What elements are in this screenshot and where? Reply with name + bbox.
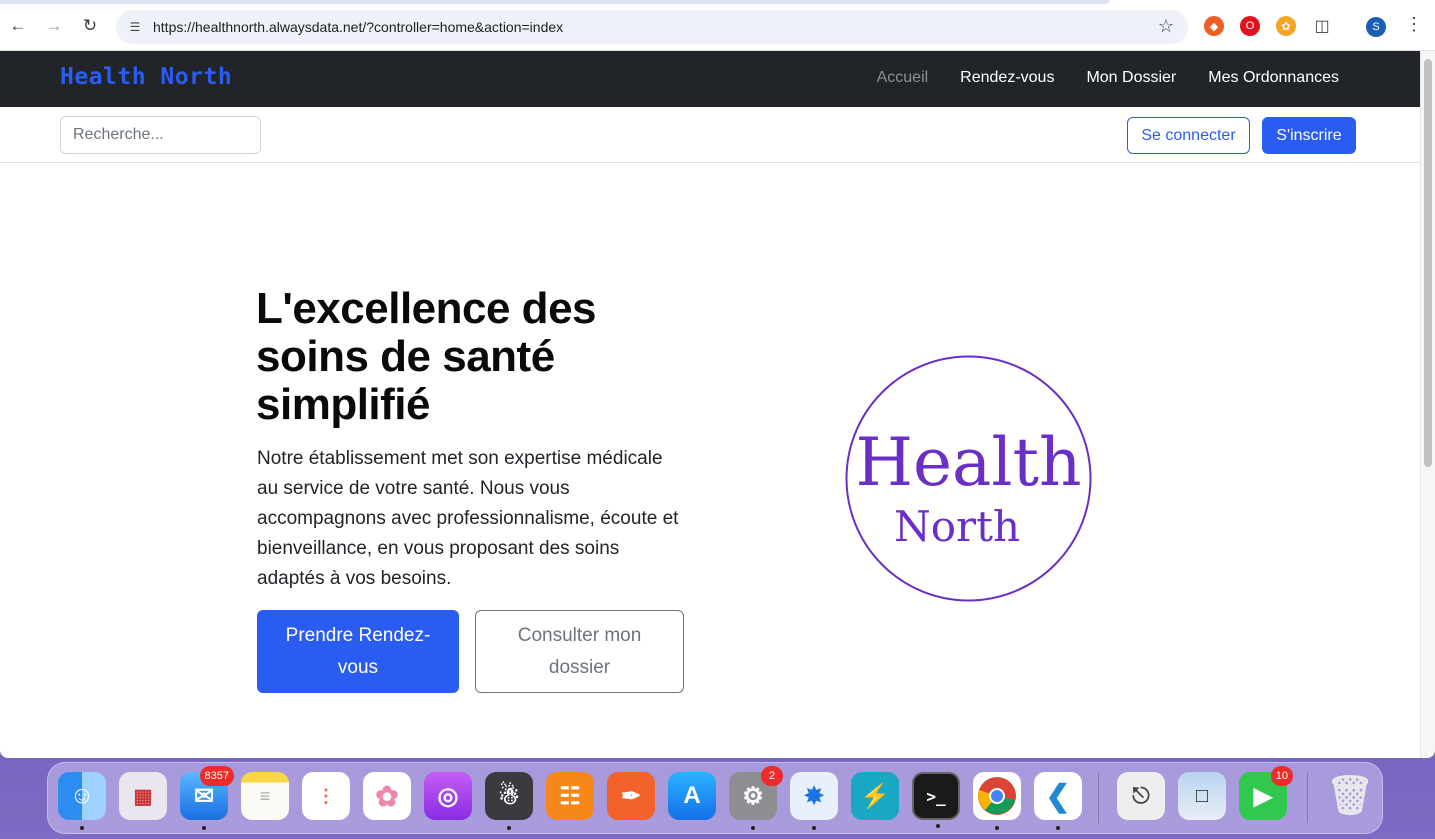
extension-opera-icon[interactable]: O	[1240, 16, 1260, 36]
login-button[interactable]: Se connecter	[1127, 117, 1250, 154]
mail-badge: 8357	[199, 766, 234, 786]
chrome-logo	[978, 777, 1016, 815]
site-navbar: Health North Accueil Rendez-vous Mon Dos…	[0, 51, 1420, 107]
view-record-button[interactable]: Consulter mon dossier	[475, 610, 684, 693]
extensions-puzzle-icon[interactable]: ◫	[1312, 16, 1332, 36]
url-text[interactable]: https://healthnorth.alwaysdata.net/?cont…	[153, 19, 563, 35]
safari-icon[interactable]: ✸	[790, 772, 838, 830]
books-icon[interactable]: ☷	[546, 772, 594, 820]
profile-avatar[interactable]: S	[1366, 17, 1386, 37]
macos-dock: ☺ ▦ ✉ 8357 ≡ ⋮ ✿ ◎ ☃ ☷ ✒ A ⚙ 2 ✸ ⚡ >_ ❮ ⎋ …	[47, 762, 1383, 834]
hero-description: Notre établissement met son expertise mé…	[257, 448, 679, 589]
scrollbar-thumb[interactable]	[1424, 59, 1432, 467]
site-info-icon[interactable]: ☰	[126, 18, 144, 36]
settings-badge: 2	[761, 766, 783, 786]
hero-title: L'excellence des soins de santé simplifi…	[256, 284, 597, 429]
preview-icon[interactable]: □	[1178, 772, 1226, 820]
facetime-badge: 10	[1270, 766, 1293, 786]
running-indicator	[812, 826, 816, 830]
chrome-icon[interactable]	[973, 772, 1021, 830]
forward-icon[interactable]: →	[42, 14, 66, 38]
trash-icon[interactable]: 🗑	[1326, 772, 1374, 820]
bookmark-star-icon[interactable]: ☆	[1158, 16, 1174, 37]
page-scrollbar[interactable]	[1420, 51, 1435, 758]
podcasts-icon[interactable]: ◎	[424, 772, 472, 820]
photos-icon[interactable]: ✿	[363, 772, 411, 820]
running-indicator	[202, 826, 206, 830]
dock-separator	[1307, 773, 1308, 823]
terminal-icon[interactable]: >_	[912, 772, 960, 828]
reload-icon[interactable]: ↻	[78, 14, 102, 38]
facetime-icon[interactable]: ▶ 10	[1239, 766, 1293, 820]
electron-icon[interactable]: ⚡	[851, 772, 899, 820]
tableplus-icon[interactable]: ☃	[485, 772, 533, 830]
postman-icon[interactable]: ✒	[607, 772, 655, 820]
signup-button[interactable]: S'inscrire	[1262, 117, 1356, 154]
vscode-icon[interactable]: ❮	[1034, 772, 1082, 830]
nav-link-accueil[interactable]: Accueil	[877, 69, 929, 87]
browser-toolbar: ← → ↻ ☰ https://healthnorth.alwaysdata.n…	[0, 0, 1435, 51]
logo-line2: North	[894, 502, 1020, 551]
tab-strip	[0, 0, 1110, 4]
reminders-icon[interactable]: ⋮	[302, 772, 350, 820]
search-auth-bar: Se connecter S'inscrire	[0, 107, 1420, 163]
running-indicator	[995, 826, 999, 830]
app-store-icon[interactable]: A	[668, 772, 716, 820]
dock-separator	[1098, 773, 1099, 823]
running-indicator	[507, 826, 511, 830]
running-indicator	[936, 824, 940, 828]
nav-link-rendez-vous[interactable]: Rendez-vous	[960, 69, 1054, 87]
search-input[interactable]	[60, 116, 261, 154]
nav-link-mes-ordonnances[interactable]: Mes Ordonnances	[1208, 69, 1339, 87]
running-indicator	[80, 826, 84, 830]
nav-links: Accueil Rendez-vous Mon Dossier Mes Ordo…	[877, 69, 1339, 87]
extension-brave-icon[interactable]: ◆	[1204, 16, 1224, 36]
brand-logo-text[interactable]: Health North	[60, 64, 232, 90]
menu-kebab-icon[interactable]: ⋮	[1405, 14, 1423, 35]
logo-line1: Health	[855, 424, 1081, 501]
finder-icon[interactable]: ☺	[58, 772, 106, 830]
page-viewport: Health North Accueil Rendez-vous Mon Dos…	[0, 51, 1435, 758]
system-settings-icon[interactable]: ⚙ 2	[729, 766, 783, 830]
running-indicator	[751, 826, 755, 830]
running-indicator	[1056, 826, 1060, 830]
launchpad-icon[interactable]: ▦	[119, 772, 167, 820]
address-bar[interactable]: ☰ https://healthnorth.alwaysdata.net/?co…	[116, 10, 1188, 44]
health-north-logo: Health North	[845, 355, 1092, 602]
mail-icon[interactable]: ✉ 8357	[180, 766, 234, 830]
system-information-icon[interactable]: ⎋	[1117, 772, 1165, 820]
book-appointment-button[interactable]: Prendre Rendez-vous	[257, 610, 459, 693]
extension-fox-icon[interactable]: ✿	[1276, 16, 1296, 36]
nav-link-mon-dossier[interactable]: Mon Dossier	[1086, 69, 1176, 87]
back-icon[interactable]: ←	[6, 14, 30, 38]
notes-icon[interactable]: ≡	[241, 772, 289, 820]
